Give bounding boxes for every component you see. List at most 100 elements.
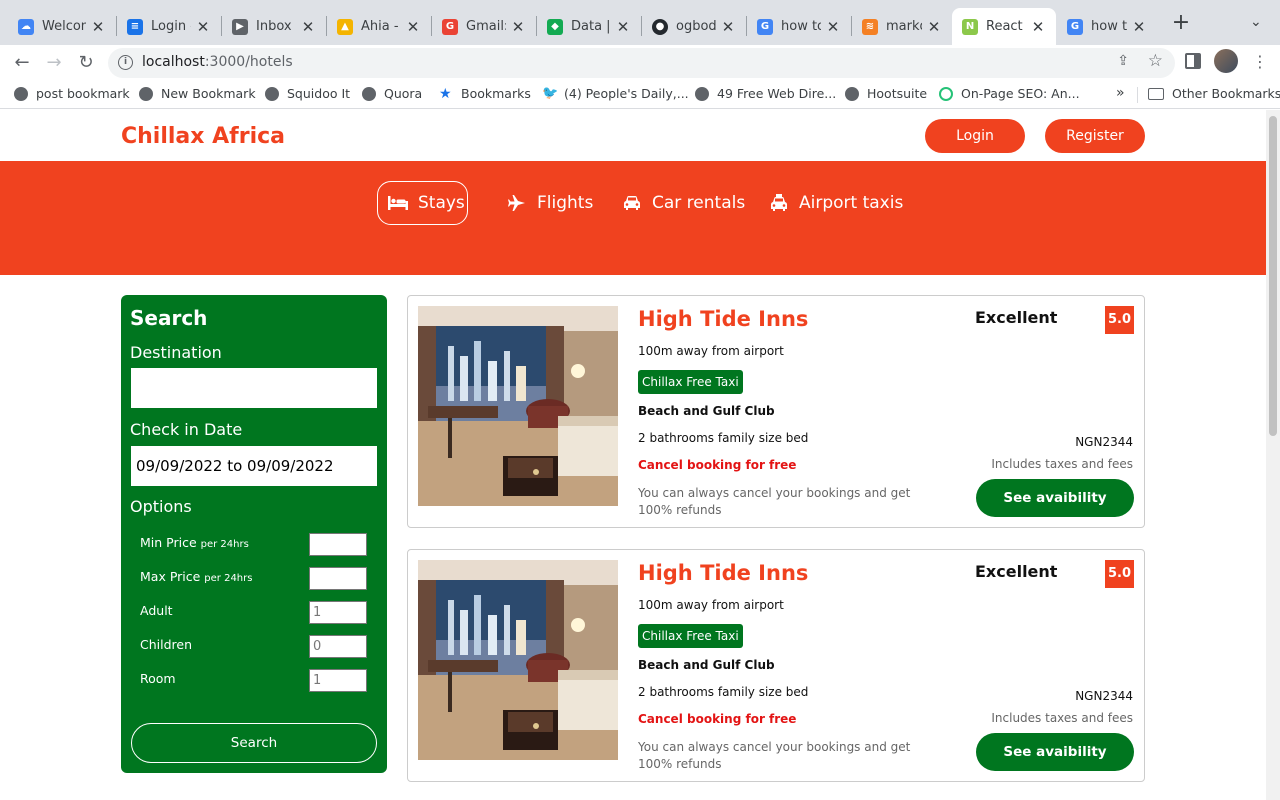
free-taxi-badge: Chillax Free Taxi — [638, 370, 743, 394]
nav-flights[interactable]: Flights — [507, 181, 593, 225]
hotel-features: 2 bathrooms family size bed — [638, 685, 809, 699]
hotel-subtitle: Beach and Gulf Club — [638, 404, 775, 418]
hotel-name[interactable]: High Tide Inns — [638, 561, 808, 585]
browser-tab[interactable]: ◆ Data | ✕ — [537, 8, 641, 45]
page-viewport: Chillax Africa Login Register Stays Flig… — [0, 110, 1266, 800]
hotel-name[interactable]: High Tide Inns — [638, 307, 808, 331]
close-tab-icon[interactable]: ✕ — [510, 18, 526, 36]
bookmark-item[interactable]: 49 Free Web Dire... — [695, 86, 836, 101]
side-panel-icon[interactable] — [1185, 53, 1201, 69]
adult-input[interactable]: 1 — [309, 601, 367, 624]
login-button[interactable]: Login — [925, 119, 1025, 153]
tab-title: Gmail: — [466, 19, 506, 34]
bookmark-item[interactable]: On-Page SEO: An... — [939, 86, 1080, 101]
register-button[interactable]: Register — [1045, 119, 1145, 153]
close-tab-icon[interactable]: ✕ — [195, 18, 211, 36]
bookmark-item[interactable]: New Bookmark — [139, 86, 256, 101]
close-tab-icon[interactable]: ✕ — [90, 18, 106, 36]
close-tab-icon[interactable]: ✕ — [926, 18, 942, 36]
children-input[interactable]: 0 — [309, 635, 367, 658]
browser-tab[interactable]: G Gmail: ✕ — [432, 8, 536, 45]
rating-badge: 5.0 — [1105, 560, 1134, 588]
cancel-policy-note: You can always cancel your bookings and … — [638, 486, 911, 517]
globe-icon — [362, 86, 376, 101]
browser-menu-icon[interactable]: ⋮ — [1252, 52, 1268, 71]
hotel-distance: 100m away from airport — [638, 344, 784, 358]
option-max-price: Max Price per 24hrs — [140, 567, 367, 590]
google-icon: G — [1067, 18, 1083, 35]
max-price-input[interactable] — [309, 567, 367, 590]
bookmark-star-icon[interactable]: ☆ — [1148, 51, 1163, 71]
share-icon[interactable]: ⇪ — [1117, 53, 1129, 69]
hotel-photo[interactable] — [418, 306, 618, 506]
search-title: Search — [130, 306, 208, 330]
scrollbar-thumb[interactable] — [1269, 116, 1277, 436]
url-path: :3000/hotels — [204, 54, 293, 70]
taxes-note: Includes taxes and fees — [991, 457, 1133, 471]
tab-title: React / — [986, 19, 1026, 34]
more-bookmarks-chevron-icon[interactable]: » — [1116, 85, 1125, 101]
close-tab-icon[interactable]: ✕ — [825, 18, 841, 36]
hotel-price: NGN2344 — [1075, 435, 1133, 449]
see-availability-button[interactable]: See avaibility — [976, 479, 1134, 517]
close-tab-icon[interactable]: ✕ — [615, 18, 631, 36]
twitter-icon: 🐦 — [542, 85, 559, 101]
option-label: Adult — [140, 603, 173, 618]
browser-tab[interactable]: G how to ✕ — [747, 8, 851, 45]
search-button[interactable]: Search — [131, 723, 377, 763]
browser-tab[interactable]: ▲ Ahia - ✕ — [327, 8, 431, 45]
plane-icon — [507, 193, 527, 213]
site-info-icon[interactable]: i — [118, 55, 133, 70]
nav-airport-taxis[interactable]: Airport taxis — [769, 181, 903, 225]
forward-arrow-icon[interactable]: → — [40, 49, 68, 77]
url-text[interactable]: localhost:3000/hotels — [142, 54, 293, 70]
bookmark-item[interactable]: post bookmark — [14, 86, 130, 101]
tab-search-chevron-icon[interactable]: ⌄ — [1250, 14, 1262, 30]
browser-tab[interactable]: ☁ Welcome ✕ — [8, 8, 116, 45]
globe-icon — [265, 86, 279, 101]
close-tab-icon[interactable]: ✕ — [300, 18, 316, 36]
bookmark-item[interactable]: ★ Bookmarks — [439, 86, 531, 101]
brand-logo[interactable]: Chillax Africa — [121, 124, 285, 149]
tab-title: Data | — [571, 19, 611, 34]
close-tab-icon[interactable]: ✕ — [1030, 18, 1046, 36]
new-tab-icon[interactable]: + — [1170, 12, 1192, 34]
profile-avatar[interactable] — [1214, 49, 1238, 73]
browser-tab[interactable]: G how to ✕ — [1057, 8, 1157, 45]
destination-input[interactable] — [131, 368, 377, 408]
bookmark-item[interactable]: Squidoo It — [265, 86, 350, 101]
mongodb-icon: ◆ — [547, 18, 563, 35]
room-input[interactable]: 1 — [309, 669, 367, 692]
close-tab-icon[interactable]: ✕ — [1131, 18, 1147, 36]
close-tab-icon[interactable]: ✕ — [720, 18, 736, 36]
browser-tab[interactable]: ≋ markdo ✕ — [852, 8, 952, 45]
option-label: Children — [140, 637, 193, 652]
cancel-policy: Cancel booking for free — [638, 458, 797, 472]
back-arrow-icon[interactable]: ← — [8, 49, 36, 77]
bookmark-item[interactable]: Quora — [362, 86, 422, 101]
nav-car-rentals[interactable]: Car rentals — [622, 181, 745, 225]
other-bookmarks-folder[interactable]: Other Bookmarks — [1148, 86, 1280, 101]
free-taxi-badge: Chillax Free Taxi — [638, 624, 743, 648]
option-min-price: Min Price per 24hrs — [140, 533, 367, 556]
reload-icon[interactable]: ↻ — [72, 49, 100, 77]
see-availability-button[interactable]: See avaibility — [976, 733, 1134, 771]
bookmark-item[interactable]: 🐦 (4) People's Daily,... — [542, 86, 689, 101]
min-price-input[interactable] — [309, 533, 367, 556]
nav-stays[interactable]: Stays — [377, 181, 468, 225]
nodejs-icon: N — [962, 18, 978, 35]
checkin-date-field[interactable]: 09/09/2022 to 09/09/2022 — [131, 446, 377, 486]
close-tab-icon[interactable]: ✕ — [405, 18, 421, 36]
taxi-icon — [769, 193, 789, 213]
bookmark-label: Hootsuite — [867, 86, 928, 101]
browser-tab-active[interactable]: N React / ✕ — [952, 8, 1056, 45]
browser-tab[interactable]: ≡ Login - ✕ — [117, 8, 221, 45]
bookmark-item[interactable]: Hootsuite — [845, 86, 927, 101]
car-icon — [622, 193, 642, 213]
browser-tab[interactable]: ● ogbodo ✕ — [642, 8, 746, 45]
hotel-photo[interactable] — [418, 560, 618, 760]
tab-title: Inbox | — [256, 19, 296, 34]
browser-tab[interactable]: ▶ Inbox | ✕ — [222, 8, 326, 45]
address-bar[interactable]: i localhost:3000/hotels ⇪ ☆ — [108, 48, 1175, 78]
page-scrollbar[interactable] — [1266, 110, 1280, 800]
